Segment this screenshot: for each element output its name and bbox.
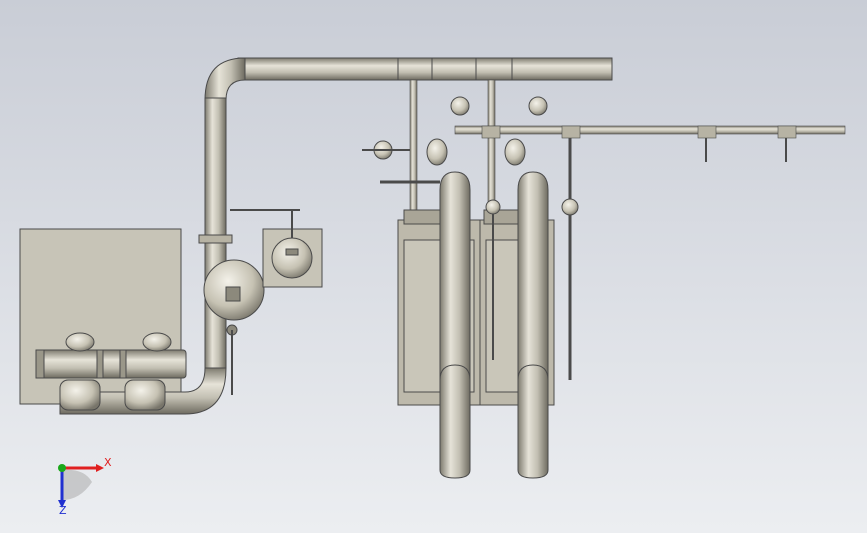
top-left-elbow[interactable] [204,57,246,101]
axis-x-label: X [104,456,112,469]
left-vertical-riser[interactable] [198,97,233,369]
axis-z-label: Z [59,504,67,517]
expansion-tank[interactable] [203,259,265,321]
cad-viewport[interactable]: X Z [0,0,867,533]
top-header-pipe[interactable] [237,57,613,81]
coordinate-triad-icon: X Z [58,456,112,517]
piping-assembly-drawing: X Z [19,57,846,517]
